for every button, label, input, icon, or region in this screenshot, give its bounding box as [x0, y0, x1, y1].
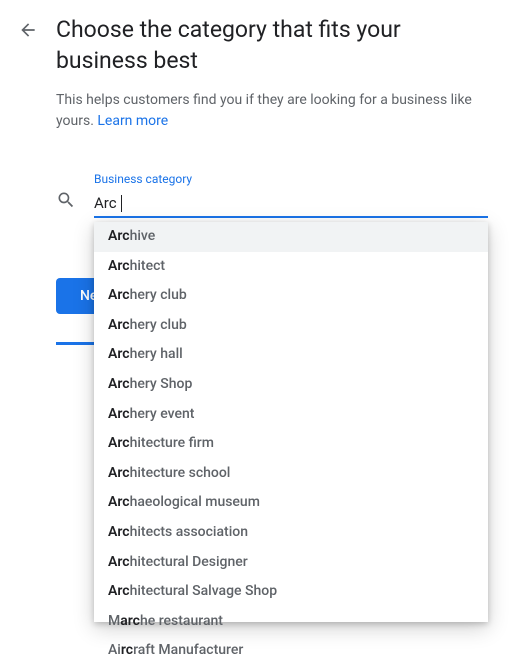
search-icon	[56, 190, 76, 210]
category-input[interactable]	[94, 188, 488, 218]
page-subtitle: This helps customers find you if they ar…	[56, 90, 488, 132]
autocomplete-option[interactable]: Archery club	[94, 281, 488, 311]
autocomplete-option[interactable]: Architects association	[94, 518, 488, 548]
autocomplete-option[interactable]: Architecture school	[94, 459, 488, 489]
back-button[interactable]	[16, 18, 40, 42]
autocomplete-option[interactable]: Architectural Salvage Shop	[94, 577, 488, 607]
autocomplete-option[interactable]: Archery club	[94, 311, 488, 341]
autocomplete-option[interactable]: Architectural Designer	[94, 548, 488, 578]
autocomplete-option[interactable]: Architecture firm	[94, 429, 488, 459]
autocomplete-option[interactable]: Archery Shop	[94, 370, 488, 400]
autocomplete-dropdown: ArchiveArchitectArchery clubArchery club…	[94, 222, 488, 622]
learn-more-link[interactable]: Learn more	[97, 113, 168, 129]
page-title: Choose the category that fits your busin…	[56, 14, 488, 76]
text-caret	[121, 195, 122, 212]
autocomplete-option[interactable]: Archery hall	[94, 340, 488, 370]
autocomplete-option[interactable]: Architect	[94, 252, 488, 282]
autocomplete-option[interactable]: Archive	[94, 222, 488, 252]
autocomplete-option[interactable]: Aircraft Manufacturer	[94, 636, 488, 666]
autocomplete-option[interactable]: Archaeological museum	[94, 488, 488, 518]
category-input-label: Business category	[94, 172, 488, 186]
autocomplete-option[interactable]: Marche restaurant	[94, 607, 488, 637]
autocomplete-option[interactable]: Archery event	[94, 400, 488, 430]
arrow-left-icon	[18, 20, 38, 40]
